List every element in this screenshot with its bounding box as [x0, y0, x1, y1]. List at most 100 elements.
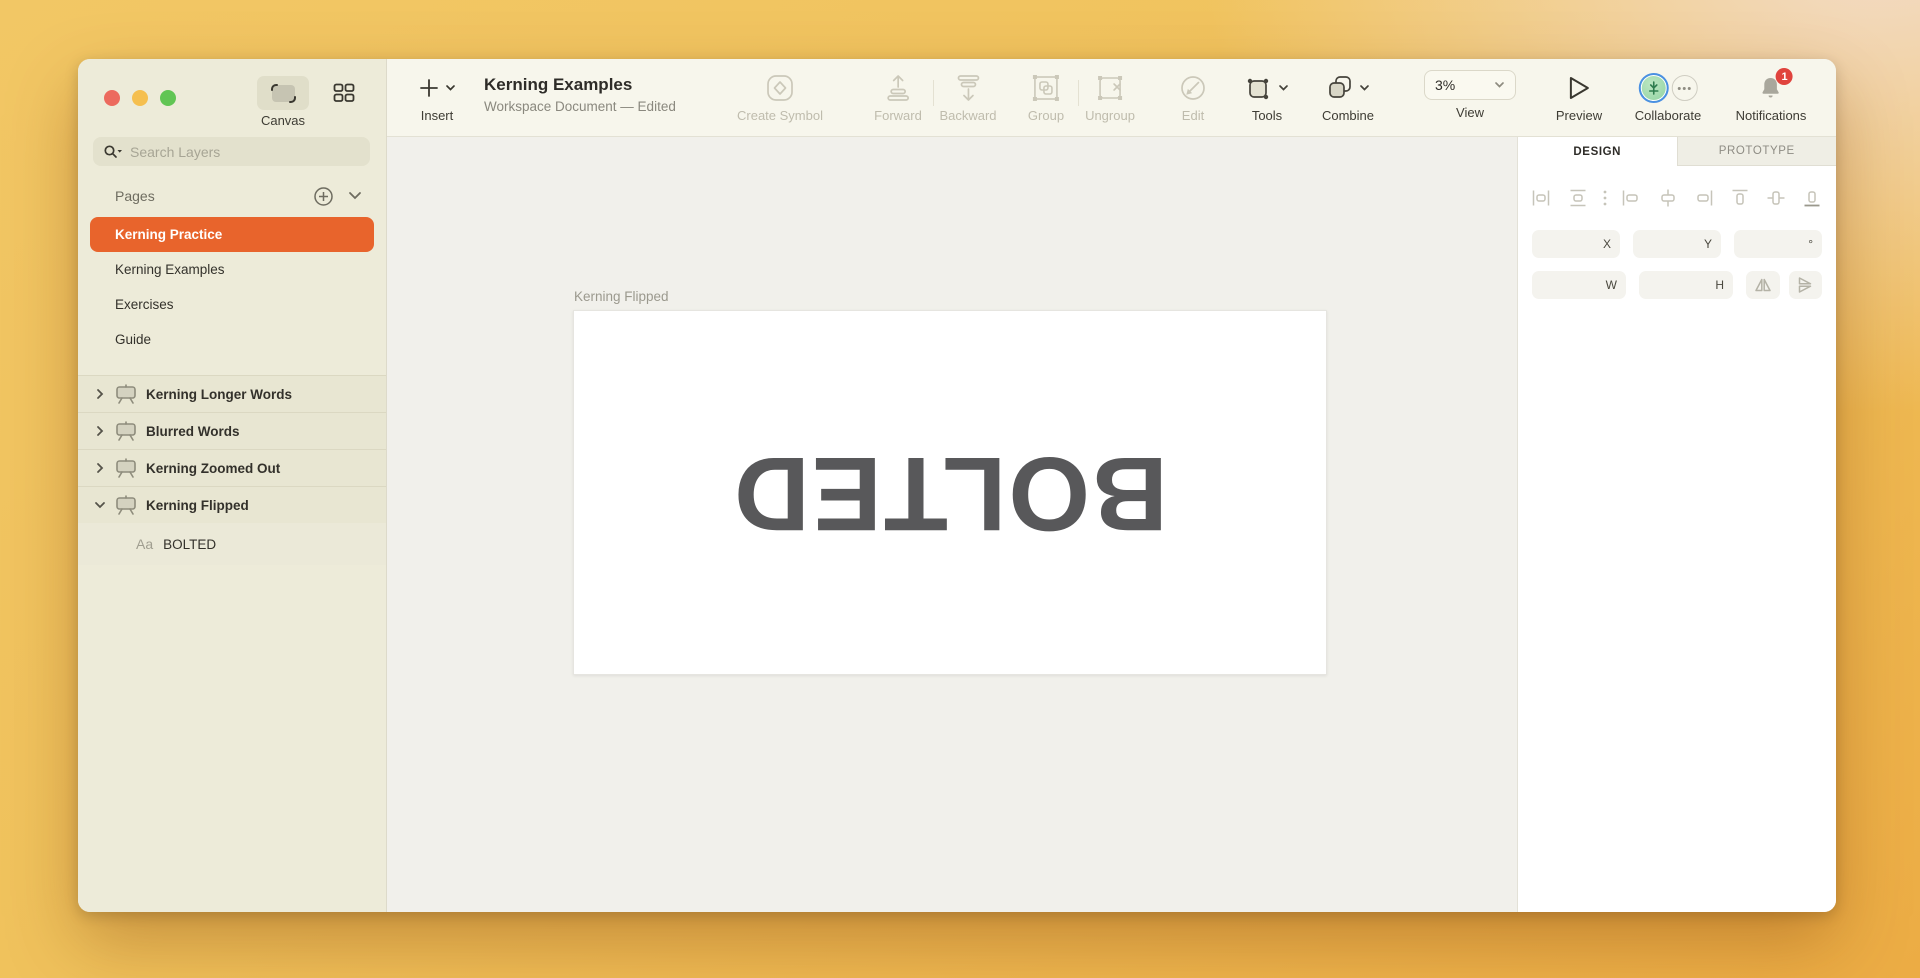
plus-icon	[418, 77, 440, 99]
ungroup-button[interactable]: Ungroup	[1085, 70, 1135, 123]
page-item-exercises[interactable]: Exercises	[78, 287, 386, 322]
close-window-button[interactable]	[104, 90, 120, 106]
layer-label: BOLTED	[163, 537, 216, 552]
y-input[interactable]	[1642, 237, 1700, 252]
collaborator-avatar[interactable]	[1639, 73, 1669, 103]
distribute-horizontally-icon[interactable]	[1531, 188, 1551, 208]
canvas[interactable]: Kerning Flipped BOLTED	[387, 137, 1517, 912]
canvas-view-segment[interactable]	[257, 76, 309, 110]
combine-button[interactable]: Combine	[1322, 70, 1374, 123]
pages-title: Pages	[115, 188, 155, 204]
zoom-value: 3%	[1435, 77, 1455, 93]
align-left-icon[interactable]	[1621, 188, 1641, 208]
layer-row-kerning-longer-words[interactable]: Kerning Longer Words	[78, 375, 386, 412]
toolbar-divider	[1078, 80, 1079, 106]
y-position-field[interactable]: Y	[1633, 230, 1721, 258]
flip-buttons	[1746, 271, 1822, 299]
align-horizontal-center-icon[interactable]	[1658, 188, 1678, 208]
align-vertical-center-icon[interactable]	[1766, 188, 1786, 208]
align-bottom-icon[interactable]	[1802, 188, 1822, 208]
zoom-select[interactable]: 3%	[1424, 70, 1516, 100]
artboard-kerning-flipped[interactable]: BOLTED	[573, 310, 1327, 675]
create-symbol-button[interactable]: Create Symbol	[737, 70, 823, 123]
document-title-block: Kerning Examples Workspace Document — Ed…	[484, 75, 676, 114]
chevron-right-icon[interactable]	[94, 425, 106, 437]
page-item-kerning-practice[interactable]: Kerning Practice	[90, 217, 374, 252]
sidebar: Canvas Pages	[78, 59, 387, 912]
alignment-toolbar	[1518, 178, 1836, 222]
layer-child-bolted[interactable]: Aa BOLTED	[78, 523, 386, 565]
inspector-tabs: DESIGN PROTOTYPE	[1518, 137, 1836, 166]
height-input[interactable]	[1648, 278, 1711, 293]
chevron-down-icon	[1359, 84, 1370, 92]
layer-row-kerning-flipped[interactable]: Kerning Flipped	[78, 486, 386, 523]
align-right-icon[interactable]	[1694, 188, 1714, 208]
width-label: W	[1606, 278, 1617, 292]
x-position-field[interactable]: X	[1532, 230, 1620, 258]
forward-button[interactable]: Forward	[874, 70, 922, 123]
move-backward-icon	[953, 74, 983, 102]
layers-search	[93, 137, 370, 166]
layer-row-blurred-words[interactable]: Blurred Words	[78, 412, 386, 449]
x-input[interactable]	[1541, 237, 1599, 252]
alignment-options-dots-icon[interactable]	[1595, 188, 1615, 208]
chevron-down-icon	[1494, 81, 1505, 89]
layer-label: Kerning Flipped	[146, 498, 249, 513]
text-layer-icon: Aa	[136, 536, 153, 552]
tools-icon	[1245, 74, 1273, 102]
flip-horizontal-button[interactable]	[1746, 271, 1780, 299]
ungroup-icon	[1095, 73, 1125, 103]
chevron-down-icon[interactable]	[94, 501, 106, 509]
add-page-icon[interactable]	[313, 186, 334, 207]
group-button[interactable]: Group	[1028, 70, 1064, 123]
artboard-title[interactable]: Kerning Flipped	[574, 289, 669, 304]
page-item-guide[interactable]: Guide	[78, 322, 386, 357]
chevron-right-icon[interactable]	[94, 388, 106, 400]
layer-label: Kerning Zoomed Out	[146, 461, 280, 476]
window-controls	[104, 90, 176, 106]
minimize-window-button[interactable]	[132, 90, 148, 106]
rotation-input[interactable]	[1743, 237, 1804, 252]
edit-pencil-icon	[1179, 74, 1207, 102]
layer-row-kerning-zoomed-out[interactable]: Kerning Zoomed Out	[78, 449, 386, 486]
flip-vertical-button[interactable]	[1789, 271, 1823, 299]
preview-button[interactable]: Preview	[1556, 70, 1602, 123]
toolbar-divider	[933, 80, 934, 106]
document-subtitle[interactable]: Workspace Document — Edited	[484, 99, 676, 114]
tools-button[interactable]: Tools	[1245, 70, 1289, 123]
x-label: X	[1603, 237, 1611, 251]
pages-header: Pages	[78, 183, 386, 211]
distribute-vertically-icon[interactable]	[1568, 188, 1588, 208]
backward-button[interactable]: Backward	[939, 70, 996, 123]
move-forward-icon	[883, 74, 913, 102]
edit-button[interactable]: Edit	[1179, 70, 1207, 123]
chevron-right-icon[interactable]	[94, 462, 106, 474]
height-field[interactable]: H	[1639, 271, 1733, 299]
zoom-window-button[interactable]	[160, 90, 176, 106]
notifications-button[interactable]: 1 Notifications	[1736, 70, 1807, 123]
tab-prototype[interactable]: PROTOTYPE	[1677, 137, 1837, 166]
width-input[interactable]	[1541, 278, 1602, 293]
collaborate-button[interactable]: Collaborate	[1635, 70, 1702, 123]
insert-button[interactable]: Insert	[418, 70, 456, 123]
app-window: Canvas Pages	[78, 59, 1836, 912]
width-field[interactable]: W	[1532, 271, 1626, 299]
combine-icon	[1326, 74, 1354, 102]
components-view-segment[interactable]	[318, 76, 370, 110]
flip-horizontal-icon	[1753, 275, 1773, 295]
page-list: Kerning Practice Kerning Examples Exerci…	[78, 217, 386, 357]
position-fields-row: X Y °	[1518, 230, 1836, 258]
canvas-icon	[270, 83, 297, 104]
search-input[interactable]	[130, 144, 360, 160]
size-fields-row: W H	[1518, 271, 1836, 299]
canvas-view-label: Canvas	[257, 113, 309, 128]
tab-design[interactable]: DESIGN	[1518, 137, 1677, 166]
align-top-icon[interactable]	[1730, 188, 1750, 208]
flipped-text-layer[interactable]: BOLTED	[732, 433, 1168, 553]
artboard-icon	[114, 495, 138, 515]
page-item-kerning-examples[interactable]: Kerning Examples	[78, 252, 386, 287]
rotation-field[interactable]: °	[1734, 230, 1822, 258]
pages-collapse-chevron-icon[interactable]	[348, 191, 362, 200]
search-icon[interactable]	[103, 144, 123, 160]
collaborate-more-icon[interactable]	[1672, 75, 1698, 101]
